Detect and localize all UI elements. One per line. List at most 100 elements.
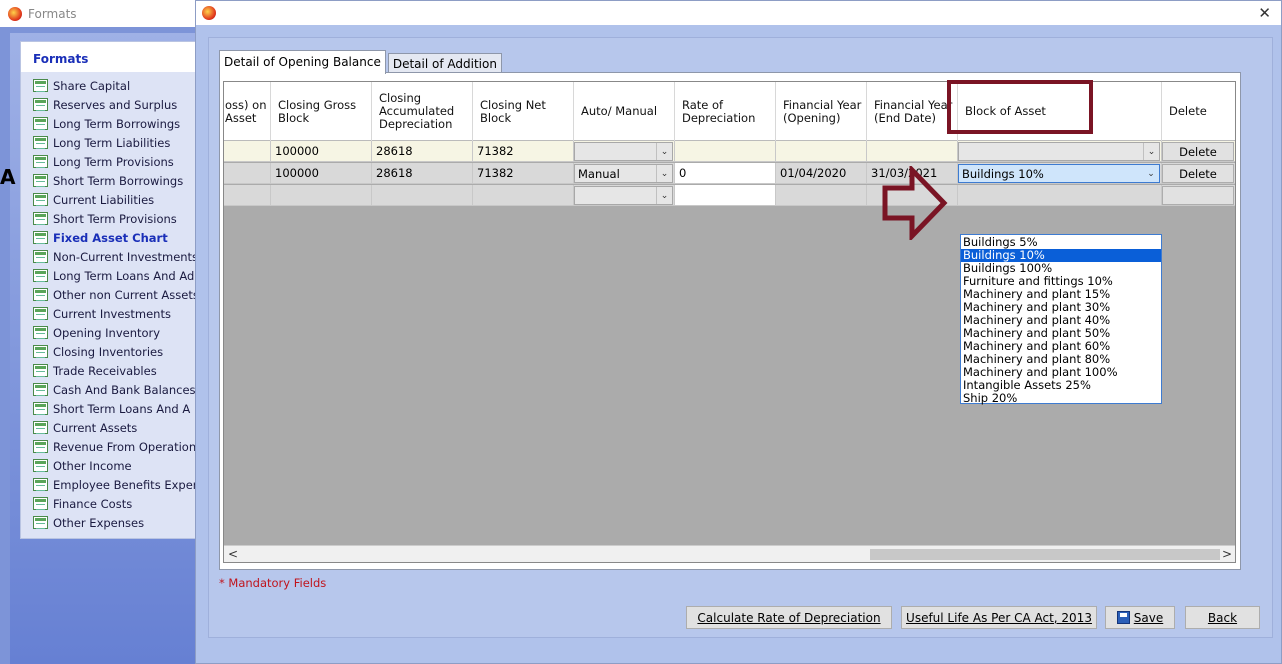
sheet-icon — [33, 345, 48, 358]
formats-item[interactable]: Short Term Loans And A — [33, 399, 199, 418]
table-row: 100000 28618 71382 ⌄ ⌄ Delete — [224, 141, 1235, 162]
formats-item-label: Long Term Provisions — [53, 154, 174, 169]
grid-cell-closing-acc-dep[interactable]: 28618 — [372, 141, 473, 162]
formats-item[interactable]: Reserves and Surplus — [33, 95, 199, 114]
grid-cell-asset[interactable] — [224, 163, 271, 184]
app-logo-icon — [202, 6, 216, 20]
formats-window-title: Formats — [28, 6, 77, 21]
formats-item[interactable]: Share Capital — [33, 76, 199, 95]
delete-row-button[interactable]: Delete — [1162, 164, 1234, 183]
close-icon[interactable]: ✕ — [1258, 4, 1271, 22]
formats-item[interactable]: Fixed Asset Chart — [33, 228, 199, 247]
formats-item[interactable]: Other Expenses — [33, 513, 199, 532]
scroll-thumb[interactable] — [870, 549, 1220, 560]
formats-item[interactable]: Closing Inventories — [33, 342, 199, 361]
grid-cell-asset[interactable] — [224, 141, 271, 162]
sheet-icon — [33, 288, 48, 301]
formats-item[interactable]: Current Assets — [33, 418, 199, 437]
formats-item[interactable]: Long Term Provisions — [33, 152, 199, 171]
rate-input[interactable]: 0 — [675, 163, 776, 184]
chevron-down-icon[interactable]: ⌄ — [656, 187, 672, 204]
formats-item[interactable]: Long Term Borrowings — [33, 114, 199, 133]
formats-item[interactable]: Short Term Borrowings — [33, 171, 199, 190]
back-button[interactable]: Back — [1185, 606, 1260, 629]
sheet-icon — [33, 402, 48, 415]
table-row: ⌄ — [224, 185, 1235, 206]
sheet-icon — [33, 231, 48, 244]
dialog-client: Detail of Opening Balance Detail of Addi… — [208, 37, 1273, 638]
chevron-down-icon[interactable]: ⌄ — [1143, 165, 1159, 182]
calculate-rate-button[interactable]: Calculate Rate of Depreciation — [686, 606, 892, 629]
formats-item[interactable]: Trade Receivables — [33, 361, 199, 380]
column-header-asset: oss) on Asset — [224, 82, 271, 141]
chevron-down-icon[interactable]: ⌄ — [656, 143, 672, 160]
grid-cell-block[interactable] — [958, 185, 1162, 206]
grid-cell-fy-end[interactable] — [867, 141, 958, 162]
formats-item[interactable]: Current Investments — [33, 304, 199, 323]
chevron-down-icon[interactable]: ⌄ — [656, 165, 672, 182]
grid-cell-closing-gross[interactable]: 100000 — [271, 141, 372, 162]
rate-input[interactable] — [675, 185, 776, 206]
block-of-asset-select[interactable]: ⌄ — [958, 142, 1160, 161]
formats-item[interactable]: Non-Current Investments — [33, 247, 199, 266]
grid-cell-closing-acc-dep[interactable]: 28618 — [372, 163, 473, 184]
formats-item[interactable]: Other Income — [33, 456, 199, 475]
floppy-disk-icon — [1116, 611, 1130, 624]
sheet-icon — [33, 136, 48, 149]
save-button[interactable]: Save — [1105, 606, 1175, 629]
formats-panel-title: Formats — [21, 42, 199, 72]
auto-manual-select[interactable]: Manual ⌄ — [574, 164, 673, 183]
formats-item[interactable]: Short Term Provisions — [33, 209, 199, 228]
grid-cell-fy-opening[interactable]: 01/04/2020 — [776, 163, 867, 184]
grid-cell-closing-net[interactable]: 71382 — [473, 141, 574, 162]
auto-manual-select[interactable]: ⌄ — [574, 142, 673, 161]
tab-detail-opening-balance[interactable]: Detail of Opening Balance — [219, 50, 386, 74]
useful-life-button[interactable]: Useful Life As Per CA Act, 2013 — [901, 606, 1097, 629]
column-header-fy-opening: Financial Year (Opening) — [776, 82, 867, 141]
scroll-left-icon[interactable]: < — [228, 547, 238, 561]
formats-item[interactable]: Employee Benefits Expen — [33, 475, 199, 494]
formats-item-label: Long Term Borrowings — [53, 116, 181, 131]
opening-balance-dialog: ✕ Detail of Opening Balance Detail of Ad… — [195, 0, 1282, 664]
column-header-closing-acc-dep: Closing Accumulated Depreciation — [372, 82, 473, 141]
dropdown-option[interactable]: Ship 20% — [961, 392, 1161, 405]
formats-item[interactable]: Current Liabilities — [33, 190, 199, 209]
auto-manual-select[interactable]: ⌄ — [574, 186, 673, 205]
grid-cell-rate[interactable] — [675, 141, 776, 162]
sheet-icon — [33, 421, 48, 434]
tab-detail-addition[interactable]: Detail of Addition — [387, 53, 502, 74]
formats-item-label: Trade Receivables — [53, 363, 157, 378]
scroll-right-icon[interactable]: > — [1222, 547, 1232, 561]
sheet-icon — [33, 478, 48, 491]
formats-item[interactable]: Cash And Bank Balances — [33, 380, 199, 399]
formats-item[interactable]: Finance Costs — [33, 494, 199, 513]
grid-cell-closing-gross[interactable] — [271, 185, 372, 206]
grid-cell-fy-opening[interactable] — [776, 141, 867, 162]
formats-item[interactable]: Long Term Loans And Ad — [33, 266, 199, 285]
horizontal-scrollbar[interactable]: < > — [224, 545, 1235, 562]
formats-window: Formats Formats Share Capital Reserves an… — [0, 0, 210, 664]
chevron-down-icon[interactable]: ⌄ — [1143, 143, 1159, 160]
partial-edge-glyph: A — [0, 165, 16, 189]
formats-item-label: Short Term Loans And A — [53, 401, 191, 416]
formats-list: Share Capital Reserves and Surplus Long Te… — [21, 72, 199, 532]
sheet-icon — [33, 497, 48, 510]
sheet-icon — [33, 516, 48, 529]
delete-row-button[interactable] — [1162, 186, 1234, 205]
block-of-asset-select[interactable]: Buildings 10% ⌄ — [958, 164, 1160, 183]
grid-cell-closing-net[interactable]: 71382 — [473, 163, 574, 184]
grid-cell-asset[interactable] — [224, 185, 271, 206]
sheet-icon — [33, 307, 48, 320]
grid-cell-closing-acc-dep[interactable] — [372, 185, 473, 206]
formats-item[interactable]: Long Term Liabilities — [33, 133, 199, 152]
formats-item[interactable]: Revenue From Operation — [33, 437, 199, 456]
formats-item-label: Share Capital — [53, 78, 131, 93]
formats-item[interactable]: Other non Current Assets — [33, 285, 199, 304]
column-header-closing-gross: Closing Gross Block — [271, 82, 372, 141]
grid-cell-fy-opening[interactable] — [776, 185, 867, 206]
block-of-asset-dropdown-list: Buildings 5% Buildings 10% Buildings 100% F… — [960, 234, 1162, 405]
delete-row-button[interactable]: Delete — [1162, 142, 1234, 161]
grid-cell-closing-gross[interactable]: 100000 — [271, 163, 372, 184]
formats-item[interactable]: Opening Inventory — [33, 323, 199, 342]
grid-cell-closing-net[interactable] — [473, 185, 574, 206]
